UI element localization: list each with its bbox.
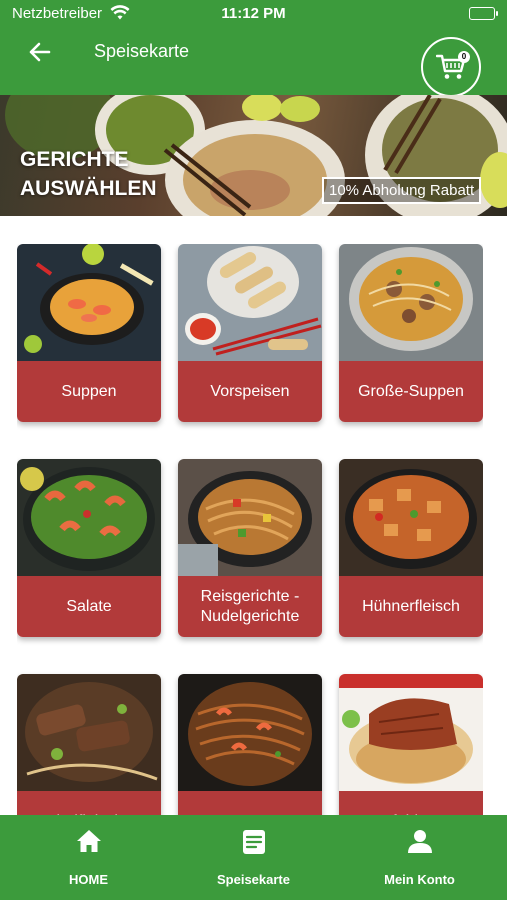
nav-mein-konto[interactable]: Mein Konto bbox=[335, 815, 504, 900]
shrimp-noodles-photo-icon bbox=[178, 674, 322, 791]
banner-title: GERICHTE AUSWÄHLEN bbox=[20, 145, 157, 203]
category-label: Salate bbox=[17, 576, 161, 637]
salad-photo-icon bbox=[17, 459, 161, 576]
category-label: Empfehlungen bbox=[339, 791, 483, 815]
category-card-grosse-suppen[interactable]: Große-Suppen bbox=[339, 244, 483, 422]
banner-title-line1: GERICHTE bbox=[20, 148, 129, 171]
chicken-photo-icon bbox=[339, 459, 483, 576]
nav-home[interactable]: HOME bbox=[4, 815, 173, 900]
noodles-photo-icon bbox=[178, 459, 322, 576]
battery-icon bbox=[469, 7, 498, 20]
soup-photo-icon bbox=[17, 244, 161, 361]
beef-photo-icon bbox=[17, 674, 161, 791]
category-card-salate[interactable]: Salate bbox=[17, 459, 161, 637]
category-card-vorspeisen[interactable]: Vorspeisen bbox=[178, 244, 322, 422]
status-time: 11:12 PM bbox=[221, 5, 286, 22]
category-card-huehnerfleisch[interactable]: Hühnerfleisch bbox=[339, 459, 483, 637]
category-card-suppen[interactable]: Suppen bbox=[17, 244, 161, 422]
category-card-reisgerichte[interactable]: Reisgerichte - Nudelgerichte bbox=[178, 459, 322, 637]
home-icon bbox=[4, 829, 173, 853]
cart-button[interactable]: 0 bbox=[421, 37, 481, 97]
category-card-rindfleisch[interactable]: Rindfleisch - bbox=[17, 674, 161, 815]
category-label bbox=[178, 791, 322, 815]
app-header: Speisekarte 0 bbox=[0, 28, 507, 97]
category-label: Vorspeisen bbox=[178, 361, 322, 422]
category-card-shrimp-noodles[interactable] bbox=[178, 674, 322, 815]
page-title: Speisekarte bbox=[94, 41, 190, 61]
nav-label: HOME bbox=[69, 872, 108, 887]
promo-badge: 10% Abholung Rabatt bbox=[322, 177, 482, 204]
category-label: Rindfleisch - bbox=[17, 791, 161, 815]
big-soup-photo-icon bbox=[339, 244, 483, 361]
banner-title-line2: AUSWÄHLEN bbox=[20, 177, 157, 200]
menu-icon bbox=[169, 829, 338, 855]
category-label: Suppen bbox=[17, 361, 161, 422]
category-label: Reisgerichte - Nudelgerichte bbox=[178, 576, 322, 637]
nav-speisekarte[interactable]: Speisekarte bbox=[169, 815, 338, 900]
duck-photo-icon bbox=[339, 674, 483, 791]
arrow-left-icon bbox=[29, 42, 51, 62]
category-grid: Suppen Vorspeisen Große-Suppen Salate Re… bbox=[17, 244, 483, 815]
category-card-empfehlungen[interactable]: Empfehlungen bbox=[339, 674, 483, 815]
back-button[interactable] bbox=[22, 36, 58, 68]
category-label: Große-Suppen bbox=[339, 361, 483, 422]
nav-label: Mein Konto bbox=[384, 872, 455, 887]
status-bar: Netzbetreiber 11:12 PM bbox=[0, 0, 507, 28]
category-label: Hühnerfleisch bbox=[339, 576, 483, 637]
person-icon bbox=[335, 829, 504, 853]
nav-label: Speisekarte bbox=[217, 872, 290, 887]
spring-rolls-photo-icon bbox=[178, 244, 322, 361]
hero-banner: GERICHTE AUSWÄHLEN 10% Abholung Rabatt bbox=[0, 95, 507, 216]
bottom-nav: HOME Speisekarte Mein Konto bbox=[0, 815, 507, 900]
cart-count-badge: 0 bbox=[458, 51, 470, 63]
